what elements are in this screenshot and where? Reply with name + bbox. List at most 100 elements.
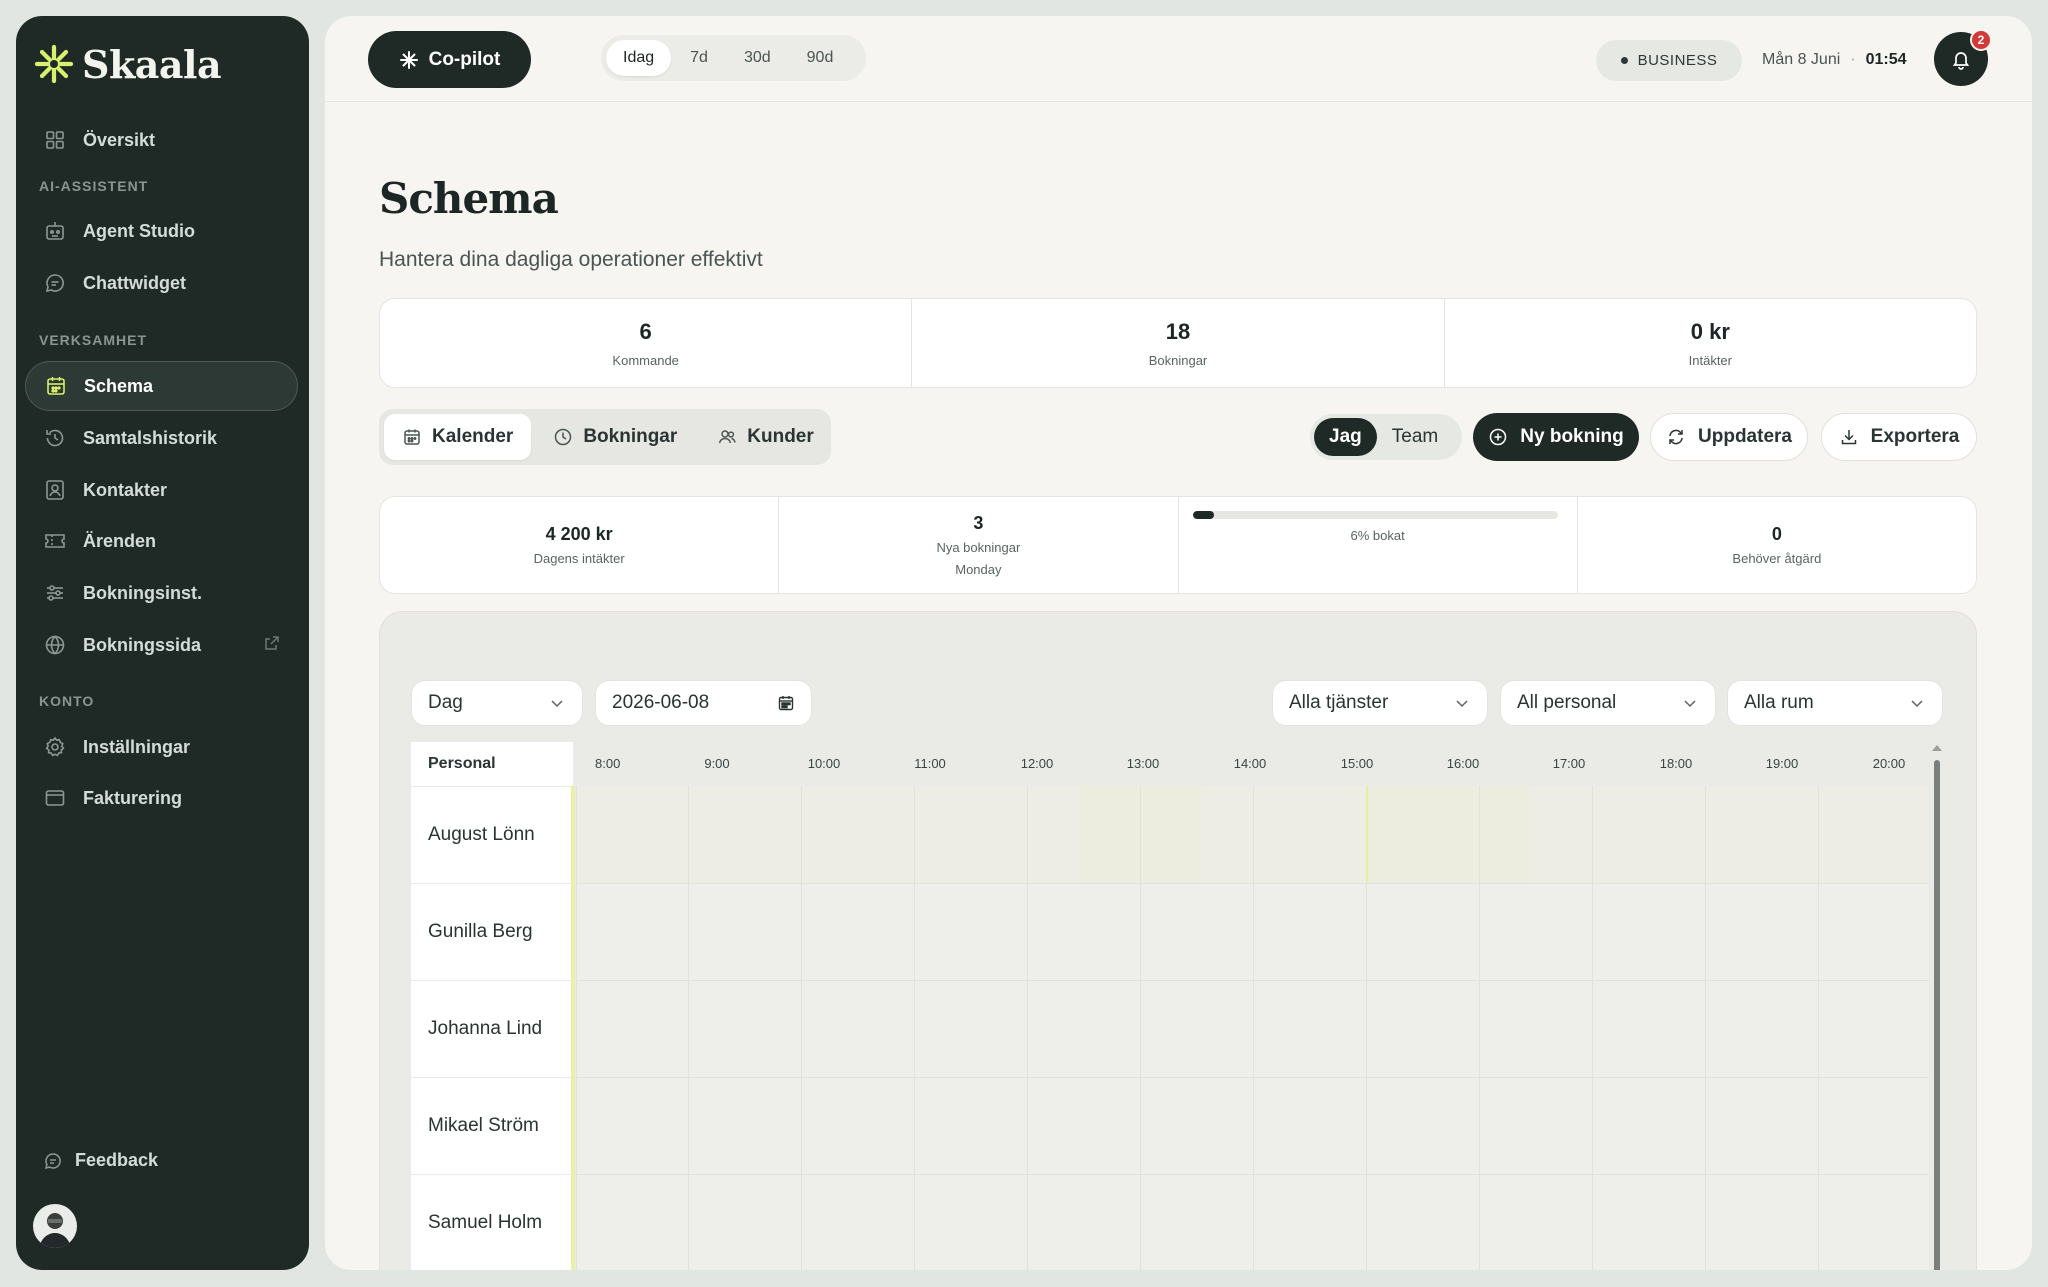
hour-label: 9:00 <box>704 756 730 771</box>
sidebar-item-fakturering[interactable]: Fakturering <box>25 773 298 823</box>
booking-progress-bar <box>1192 511 1558 519</box>
highlight-block <box>1366 786 1529 883</box>
hour-label: 12:00 <box>1020 756 1054 771</box>
sidebar-item-arenden[interactable]: Ärenden <box>25 516 298 566</box>
sidebar-item-kontakter[interactable]: Kontakter <box>25 465 298 515</box>
hour-label: 15:00 <box>1340 756 1374 771</box>
range-today[interactable]: Idag <box>606 40 672 76</box>
hour-header-row: 8:00 9:00 10:00 11:00 12:00 13:00 14:00 … <box>574 742 1929 786</box>
plan-badge: BUSINESS <box>1596 40 1742 81</box>
contact-card-icon <box>43 478 67 502</box>
sidebar-item-oversikt[interactable]: Översikt <box>25 115 298 165</box>
services-filter-value: Alla tjänster <box>1289 692 1389 713</box>
date-input[interactable]: 2026-06-08 <box>595 680 812 726</box>
grid-line <box>1479 786 1480 1270</box>
grid-line <box>576 980 1929 981</box>
feedback-label: Feedback <box>75 1150 159 1170</box>
sidebar-item-label: Bokningsinst. <box>83 582 203 603</box>
grid-line <box>576 883 1929 884</box>
rooms-filter-value: Alla rum <box>1744 692 1814 713</box>
chevron-down-icon <box>1908 694 1926 712</box>
feedback-button[interactable]: Feedback <box>43 1150 158 1171</box>
sidebar-item-samtalshistorik[interactable]: Samtalshistorik <box>25 413 298 463</box>
hour-label: 14:00 <box>1233 756 1267 771</box>
staff-row-label[interactable]: August Lönn <box>411 786 573 883</box>
schedule-grid: Personal 8:00 9:00 10:00 11:00 12:00 13:… <box>411 742 1942 1270</box>
page-subtitle: Hantera dina dagliga operationer effekti… <box>379 248 763 271</box>
sidebar-item-bokningssida[interactable]: Bokningssida <box>25 620 298 670</box>
view-select[interactable]: Dag <box>411 680 583 726</box>
scope-me-button[interactable]: Jag <box>1314 418 1377 456</box>
calendar-icon <box>44 374 68 398</box>
date-input-value: 2026-06-08 <box>612 692 710 713</box>
staff-row-label[interactable]: Samuel Holm <box>411 1174 573 1270</box>
copilot-label: Co-pilot <box>428 48 501 70</box>
status-dot-icon <box>1620 57 1628 64</box>
ticket-icon <box>43 529 67 553</box>
users-icon <box>717 427 737 447</box>
tab-label: Kunder <box>747 426 814 447</box>
vertical-scrollbar[interactable] <box>1934 760 1940 1270</box>
sidebar-item-label: Inställningar <box>83 736 191 757</box>
hour-label: 10:00 <box>807 756 841 771</box>
rooms-filter[interactable]: Alla rum <box>1727 680 1943 726</box>
sidebar: Skaala Översikt AI-ASSISTENT Agent Studi… <box>16 16 309 1270</box>
sidebar-item-agent-studio[interactable]: Agent Studio <box>25 206 298 256</box>
chat-bubble-icon <box>43 271 67 295</box>
daily-kpis: 4 200 kr Dagens intäkter 3 Nya bokningar… <box>379 496 1977 594</box>
user-avatar[interactable] <box>33 1204 77 1248</box>
sidebar-item-label: Chattwidget <box>83 272 186 293</box>
staff-row-label[interactable]: Gunilla Berg <box>411 883 573 980</box>
chevron-down-icon <box>1453 694 1471 712</box>
tab-kalender[interactable]: Kalender <box>384 414 532 460</box>
sidebar-item-bokningsinst[interactable]: Bokningsinst. <box>25 568 298 618</box>
brand-name: Skaala <box>82 41 222 87</box>
top-bar: Co-pilot Idag 7d 30d 90d BUSINESS Mån 8 … <box>325 16 2032 102</box>
range-90d[interactable]: 90d <box>790 40 851 76</box>
calendar-picker-icon[interactable] <box>777 694 795 712</box>
stat-upcoming: 6 Kommande <box>380 299 913 387</box>
hour-label: 16:00 <box>1446 756 1480 771</box>
export-label: Exportera <box>1870 426 1960 447</box>
range-7d[interactable]: 7d <box>673 40 725 76</box>
chevron-down-icon <box>548 694 566 712</box>
scroll-up-arrow-icon[interactable] <box>1932 745 1942 751</box>
clock-icon <box>553 427 573 447</box>
refresh-label: Uppdatera <box>1698 426 1792 447</box>
range-30d[interactable]: 30d <box>727 40 788 76</box>
services-filter[interactable]: Alla tjänster <box>1272 680 1488 726</box>
kpi-revenue: 4 200 kr Dagens intäkter <box>380 497 780 593</box>
scope-team-button[interactable]: Team <box>1377 418 1453 456</box>
refresh-button[interactable]: Uppdatera <box>1650 413 1808 461</box>
time-slot-grid[interactable] <box>576 786 1929 1270</box>
sidebar-item-chattwidget[interactable]: Chattwidget <box>25 258 298 308</box>
tab-label: Kalender <box>432 426 514 447</box>
stat-value: 18 <box>1165 318 1191 344</box>
current-date: Mån 8 Juni <box>1762 51 1841 68</box>
kpi-label: Dagens intäkter <box>533 551 625 566</box>
grid-line <box>1253 786 1254 1270</box>
staff-row-label[interactable]: Mikael Ström <box>411 1077 573 1174</box>
brand-logo[interactable]: Skaala <box>34 36 222 92</box>
staff-filter[interactable]: All personal <box>1500 680 1716 726</box>
copilot-button[interactable]: Co-pilot <box>368 31 531 88</box>
tab-kunder[interactable]: Kunder <box>699 414 832 460</box>
sparkle-icon <box>399 50 419 70</box>
tab-label: Bokningar <box>583 426 678 447</box>
export-button[interactable]: Exportera <box>1821 413 1977 461</box>
summary-stats: 6 Kommande 18 Bokningar 0 kr Intäkter <box>379 298 1977 388</box>
view-tabs: Kalender Bokningar Kunder <box>379 409 831 465</box>
new-booking-button[interactable]: Ny bokning <box>1473 413 1639 461</box>
stat-bookings: 18 Bokningar <box>912 299 1445 387</box>
sidebar-item-schema[interactable]: Schema <box>25 361 298 411</box>
notifications-button[interactable]: 2 <box>1934 29 1992 86</box>
sidebar-item-installningar[interactable]: Inställningar <box>25 722 298 772</box>
history-icon <box>43 426 67 450</box>
hour-label: 13:00 <box>1126 756 1160 771</box>
staff-row-label[interactable]: Johanna Lind <box>411 980 573 1077</box>
feedback-icon <box>43 1151 63 1171</box>
kpi-new-bookings: 3 Nya bokningar Monday <box>779 497 1179 593</box>
sidebar-item-label: Ärenden <box>83 530 157 551</box>
tab-bokningar[interactable]: Bokningar <box>535 414 695 460</box>
stat-value: 6 <box>639 318 652 344</box>
